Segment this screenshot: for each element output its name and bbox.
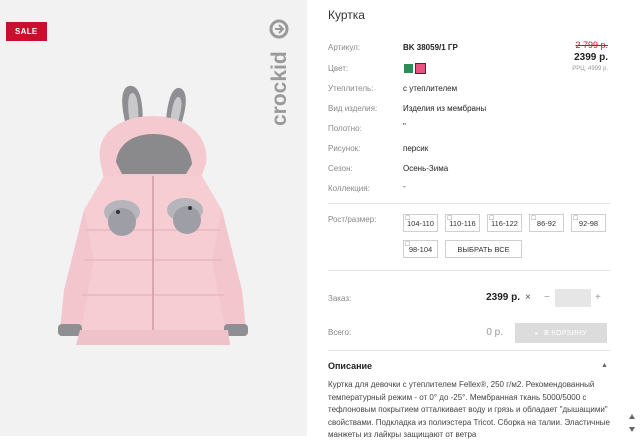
type-label: Вид изделия: xyxy=(328,104,378,113)
article-label: Артикул: xyxy=(328,43,361,52)
type-value: Изделия из мембраны xyxy=(403,104,487,113)
insulation-value: с утеплителем xyxy=(403,84,458,93)
description-text: Куртка для девочки с утеплителем Fellex®… xyxy=(328,380,610,440)
season-label: Сезон: xyxy=(328,164,353,173)
jacket-image xyxy=(58,85,248,345)
product-title: Куртка xyxy=(328,8,365,22)
size-checkbox-icon: ☐ xyxy=(573,216,579,222)
color-swatch-pink[interactable] xyxy=(415,63,426,74)
cart-icon: ▪ xyxy=(534,328,539,338)
collection-value: - xyxy=(403,182,406,191)
color-label: Цвет: xyxy=(328,64,349,73)
order-label: Заказ: xyxy=(328,294,352,303)
total-label: Всего: xyxy=(328,328,352,337)
size-label: 92-98 xyxy=(578,218,599,228)
brand-logo: crockid xyxy=(268,19,291,126)
fabric-label: Полотно: xyxy=(328,124,362,133)
divider xyxy=(328,350,610,351)
description-title: Описание xyxy=(328,361,373,371)
decrease-button[interactable]: − xyxy=(544,292,550,303)
old-price: 2 799 р. xyxy=(575,40,608,50)
divider xyxy=(328,203,610,204)
size-checkbox-icon: ☐ xyxy=(489,216,495,222)
season-value: Осень-Зима xyxy=(403,164,449,173)
size-option[interactable]: ☐ 116-122 xyxy=(487,214,522,232)
select-all-button[interactable]: ВЫБРАТЬ ВСЕ xyxy=(445,240,522,258)
current-price: 2399 р. xyxy=(574,52,608,63)
product-photo[interactable]: SALE crockid xyxy=(0,0,307,436)
remove-icon[interactable]: × xyxy=(525,292,531,303)
pattern-label: Рисунок: xyxy=(328,144,361,153)
fabric-value: " xyxy=(403,122,406,131)
size-checkbox-icon: ☐ xyxy=(531,216,537,222)
order-price: 2399 р. xyxy=(486,292,520,303)
sale-badge: SALE xyxy=(6,22,47,41)
collection-label: Коллекция: xyxy=(328,184,370,193)
size-checkbox-icon: ☐ xyxy=(405,242,411,248)
size-option[interactable]: ☐ 86-92 xyxy=(529,214,564,232)
size-label: 104-110 xyxy=(407,218,434,228)
brand-text: crockid xyxy=(268,51,291,126)
size-checkbox-icon: ☐ xyxy=(447,216,453,222)
total-value: 0 р. xyxy=(486,327,503,338)
size-option[interactable]: ☐ 110-116 xyxy=(445,214,480,232)
size-label: 110-116 xyxy=(449,218,476,228)
collapse-icon[interactable]: ▲ xyxy=(601,362,608,369)
size-option[interactable]: ☐ 98-104 xyxy=(403,240,438,258)
size-checkbox-icon: ☐ xyxy=(405,216,411,222)
cart-button-label: В КОРЗИНУ xyxy=(544,329,588,337)
increase-button[interactable]: + xyxy=(595,292,601,303)
size-label: 98-104 xyxy=(408,244,433,254)
add-to-cart-button[interactable]: ▪ В КОРЗИНУ xyxy=(515,323,607,343)
pattern-value: персик xyxy=(403,144,429,153)
scrollbar[interactable] xyxy=(628,300,636,436)
rrc-price: РРЦ: 4999 р. xyxy=(572,66,608,72)
size-option[interactable]: ☐ 104-110 xyxy=(403,214,438,232)
divider xyxy=(328,270,610,271)
insulation-label: Утеплитель: xyxy=(328,84,374,93)
size-label: 116-122 xyxy=(491,218,518,228)
size-option[interactable]: ☐ 92-98 xyxy=(571,214,606,232)
quantity-input[interactable] xyxy=(555,289,591,307)
size-label: 86-92 xyxy=(536,218,557,228)
sizes-label: Рост/размер: xyxy=(328,215,377,224)
article-value: BK 38059/1 ГР xyxy=(403,43,458,52)
color-swatch-green[interactable] xyxy=(404,64,413,73)
